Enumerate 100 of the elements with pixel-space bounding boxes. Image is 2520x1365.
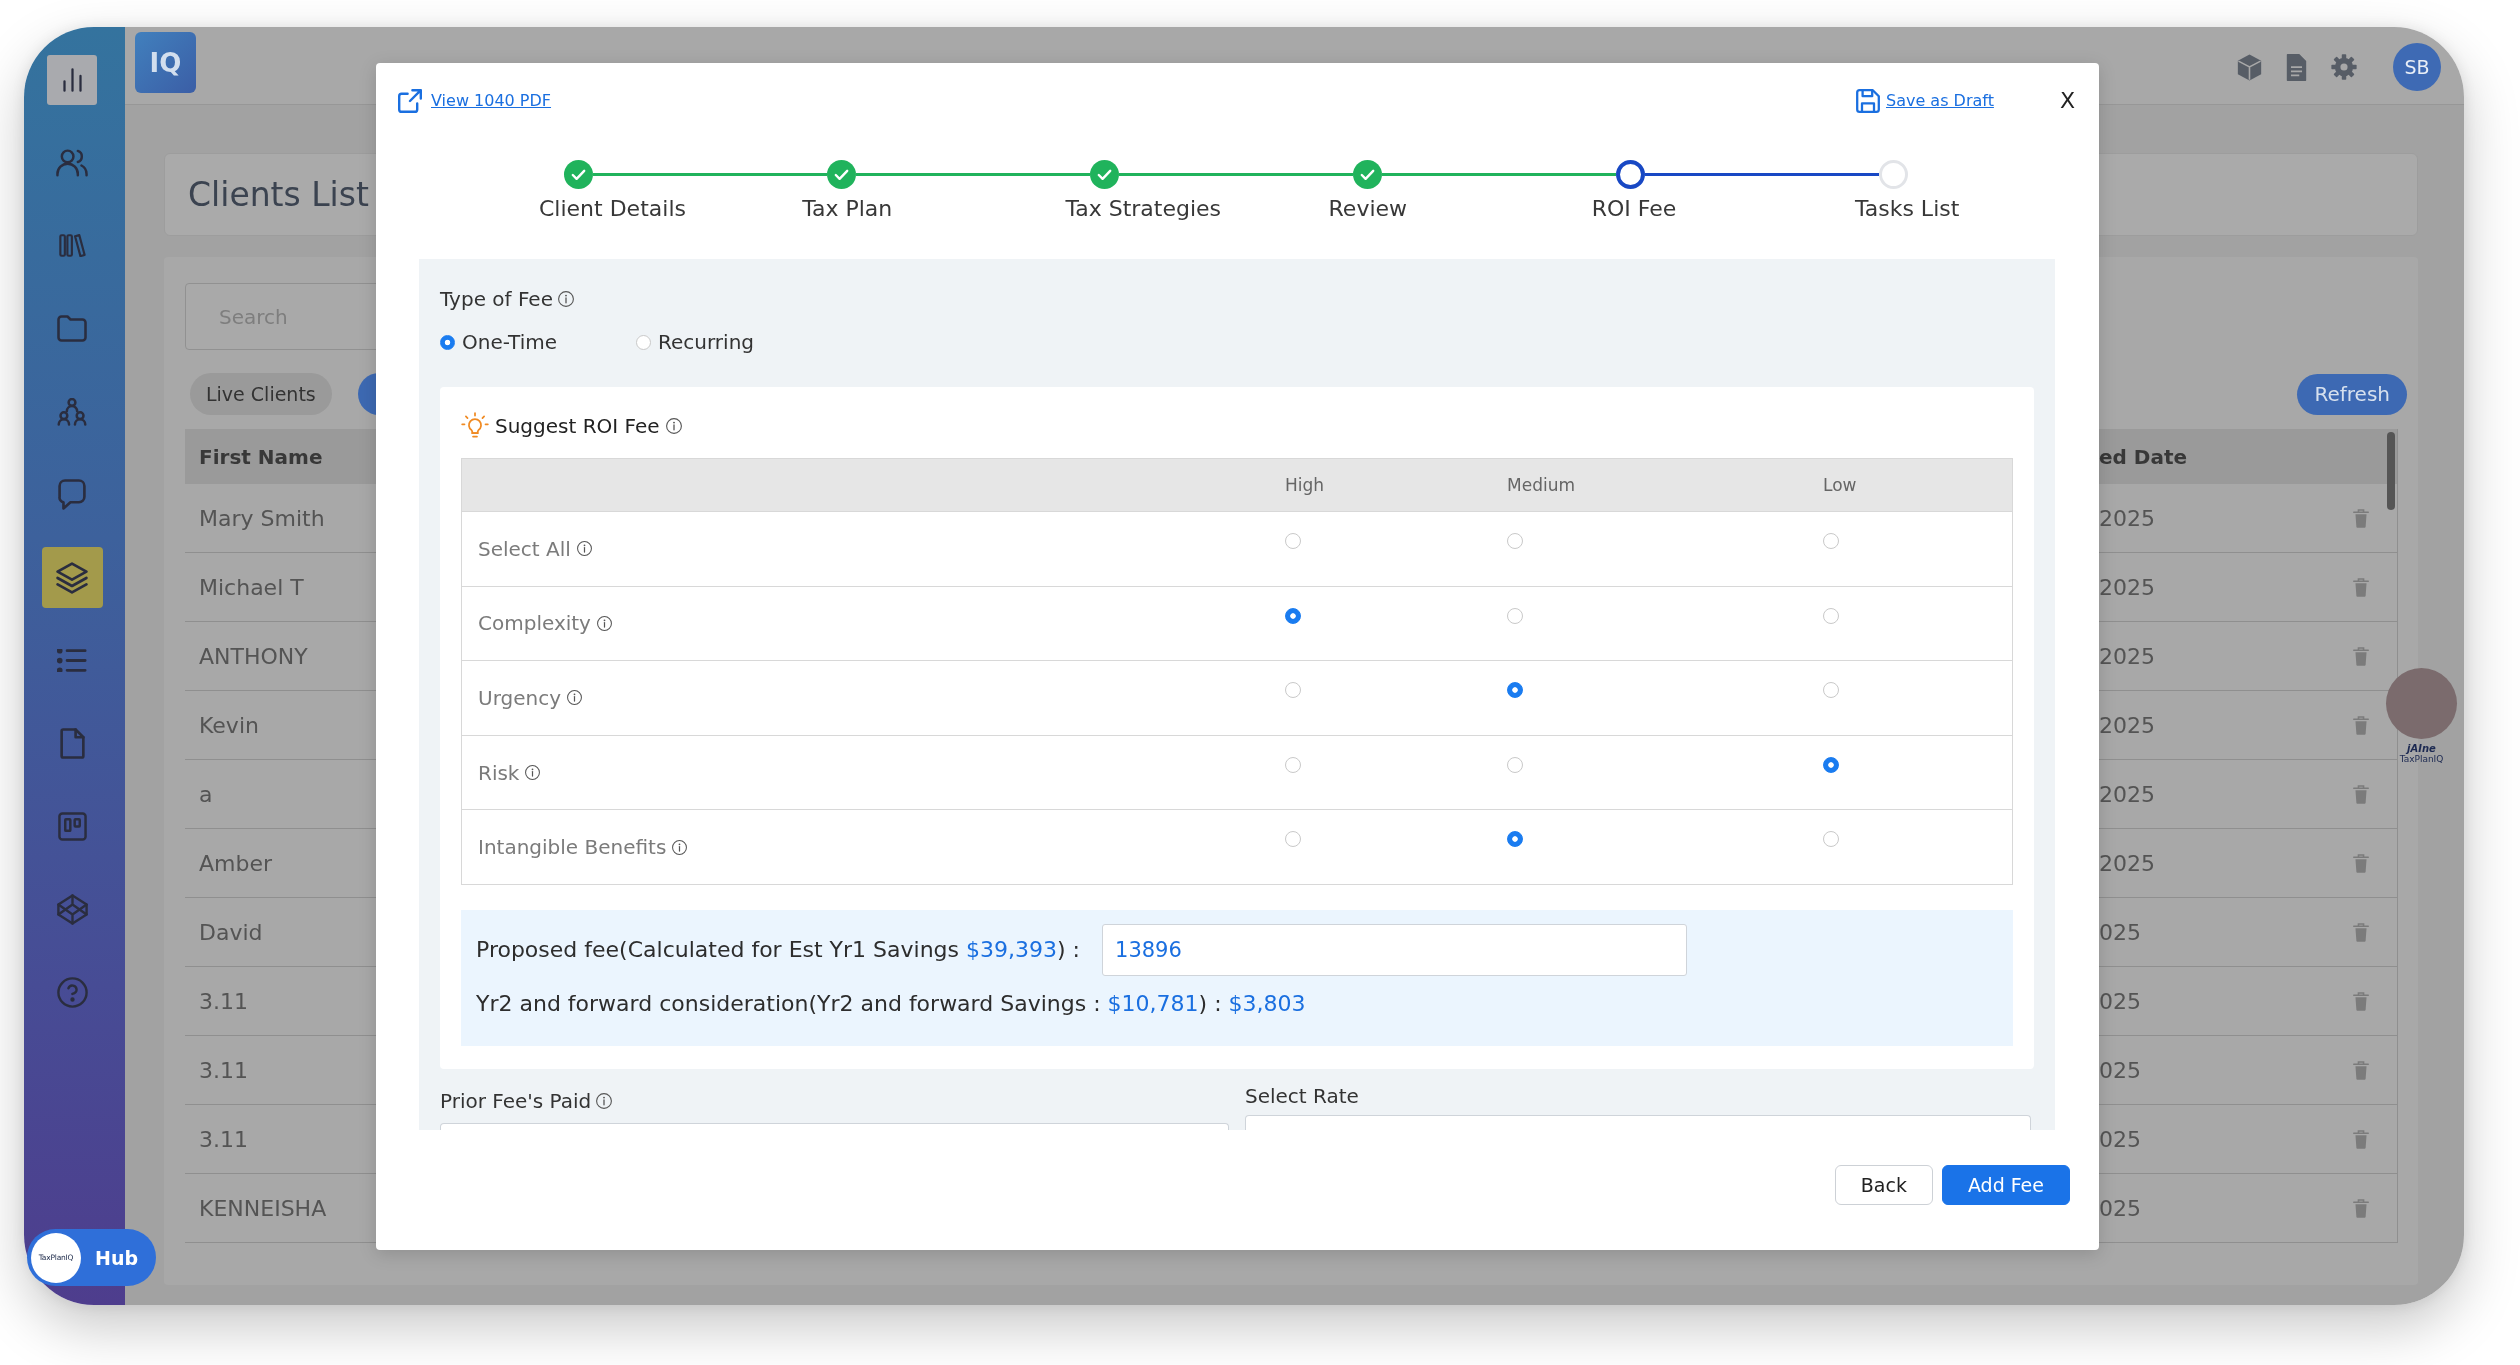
table-cell: 3.11: [199, 1126, 248, 1152]
row-label: Complexity: [478, 611, 591, 636]
users-icon[interactable]: [56, 148, 88, 177]
cube-icon[interactable]: [2237, 53, 2262, 81]
trash-icon[interactable]: [2353, 646, 2369, 666]
table-cell: Mary Smith: [199, 505, 325, 531]
view-pdf-link[interactable]: View 1040 PDF: [431, 91, 552, 111]
row-label: Urgency: [478, 686, 562, 710]
step-label: Tax Plan: [802, 196, 893, 221]
proposed-fee-text: Proposed fee(Calculated for Est Yr1 Savings $39,393) :: [476, 935, 1080, 964]
table-cell: Amber: [199, 850, 273, 876]
list-icon[interactable]: [57, 649, 87, 672]
trash-icon[interactable]: [2353, 715, 2369, 735]
option-label[interactable]: Recurring: [658, 329, 754, 355]
kanban-board-icon[interactable]: [57, 812, 87, 841]
back-button[interactable]: Back: [1834, 1165, 1933, 1205]
user-avatar[interactable]: SB: [2393, 43, 2441, 91]
sidebar-item[interactable]: [47, 54, 97, 105]
refresh-button[interactable]: Refresh: [2297, 373, 2407, 415]
radio-button[interactable]: [1507, 607, 1523, 624]
document-icon[interactable]: [2286, 53, 2307, 81]
radio-button[interactable]: [1285, 831, 1301, 848]
page-title: Clients List: [188, 175, 369, 214]
trash-icon[interactable]: [2353, 784, 2369, 804]
trash-icon[interactable]: [2353, 508, 2369, 528]
radio-button[interactable]: [440, 334, 455, 350]
table-cell: 2025: [2099, 712, 2155, 738]
radio-button[interactable]: [636, 334, 651, 350]
bar-chart-icon[interactable]: [62, 67, 82, 92]
fee-input[interactable]: 13896: [1102, 923, 1687, 976]
field-label: Select Rate: [1245, 1082, 1359, 1109]
lightbulb-icon: [461, 412, 489, 440]
folder-icon[interactable]: [57, 315, 87, 342]
add-fee-button[interactable]: Add Fee: [1941, 1165, 2070, 1205]
forward-consideration-text: Yr2 and forward consideration(Yr2 and forward Savings : $10,781) : $3,803: [476, 989, 1307, 1018]
option-label[interactable]: One-Time: [462, 329, 558, 355]
row-label: Select All: [478, 536, 571, 561]
close-button[interactable]: X: [2059, 89, 2075, 113]
radio-button[interactable]: [1285, 533, 1301, 549]
table-cell: a: [199, 781, 213, 807]
table-cell: 025: [2099, 1126, 2141, 1152]
table-cell: 025: [2099, 1195, 2141, 1221]
books-icon[interactable]: [58, 234, 86, 257]
radio-button[interactable]: [1507, 756, 1523, 773]
table-cell: David: [199, 919, 263, 945]
table-cell: 025: [2099, 988, 2141, 1014]
table-cell: 3.11: [199, 1057, 248, 1083]
settings-icon[interactable]: [2331, 54, 2357, 80]
radio-button[interactable]: [1285, 682, 1301, 699]
column-header: High: [1285, 475, 1325, 495]
table-cell: 025: [2099, 919, 2141, 945]
help-icon[interactable]: [56, 977, 88, 1008]
step-label: ROI Fee: [1591, 196, 1677, 221]
hexagon-cube-icon[interactable]: [56, 894, 88, 925]
table-cell: 2025: [2099, 850, 2155, 876]
radio-button[interactable]: [1507, 533, 1523, 549]
assistant-name: jAIne: [2407, 743, 2436, 754]
trash-icon[interactable]: [2353, 922, 2369, 942]
radio-button[interactable]: [1507, 831, 1523, 848]
sidebar-item[interactable]: [41, 547, 103, 608]
radio-button[interactable]: [1285, 607, 1301, 624]
radio-button[interactable]: [1823, 607, 1839, 624]
radio-button[interactable]: [1823, 756, 1839, 773]
input-field[interactable]: [440, 1122, 1229, 1130]
field-label: Type of Fee: [440, 286, 553, 312]
filter-pill[interactable]: Live Clients: [190, 373, 332, 415]
trash-icon[interactable]: [2353, 1198, 2369, 1218]
table-cell: 025: [2099, 1057, 2141, 1083]
step-label: Tasks List: [1854, 196, 1960, 221]
row-label: Intangible Benefits: [478, 835, 667, 860]
trash-icon[interactable]: [2353, 1060, 2369, 1080]
step-label: Tax Strategies: [1065, 196, 1222, 221]
trash-icon[interactable]: [2353, 577, 2369, 597]
save-draft-link[interactable]: Save as Draft: [1886, 91, 1994, 111]
radio-button[interactable]: [1823, 831, 1839, 848]
table-cell: 2025: [2099, 574, 2155, 600]
trash-icon[interactable]: [2353, 991, 2369, 1011]
radio-button[interactable]: [1823, 682, 1839, 699]
row-label: Risk: [478, 760, 520, 785]
radio-button[interactable]: [1507, 682, 1523, 699]
section-title: Suggest ROI Fee: [495, 414, 660, 438]
field-label: Prior Fee's Paid: [440, 1087, 592, 1114]
table-cell: Michael T: [199, 574, 304, 600]
table-cell: ANTHONY: [199, 643, 308, 669]
radio-button[interactable]: [1823, 533, 1839, 549]
chat-bubble-icon[interactable]: [58, 479, 86, 510]
table-cell: 2025: [2099, 505, 2155, 531]
column-header: Medium: [1507, 475, 1575, 495]
team-icon[interactable]: [57, 397, 87, 426]
trash-icon[interactable]: [2353, 853, 2369, 873]
file-icon[interactable]: [59, 728, 85, 759]
save-icon[interactable]: [1856, 89, 1880, 113]
column-header: Low: [1823, 475, 1857, 495]
trash-icon[interactable]: [2353, 1129, 2369, 1149]
layers-icon[interactable]: [56, 561, 88, 594]
table-cell: KENNEISHA: [199, 1195, 327, 1221]
external-link-icon[interactable]: [398, 89, 422, 113]
radio-button[interactable]: [1285, 756, 1301, 773]
app-logo[interactable]: IQ: [135, 32, 196, 93]
input-field[interactable]: [1245, 1114, 2031, 1130]
